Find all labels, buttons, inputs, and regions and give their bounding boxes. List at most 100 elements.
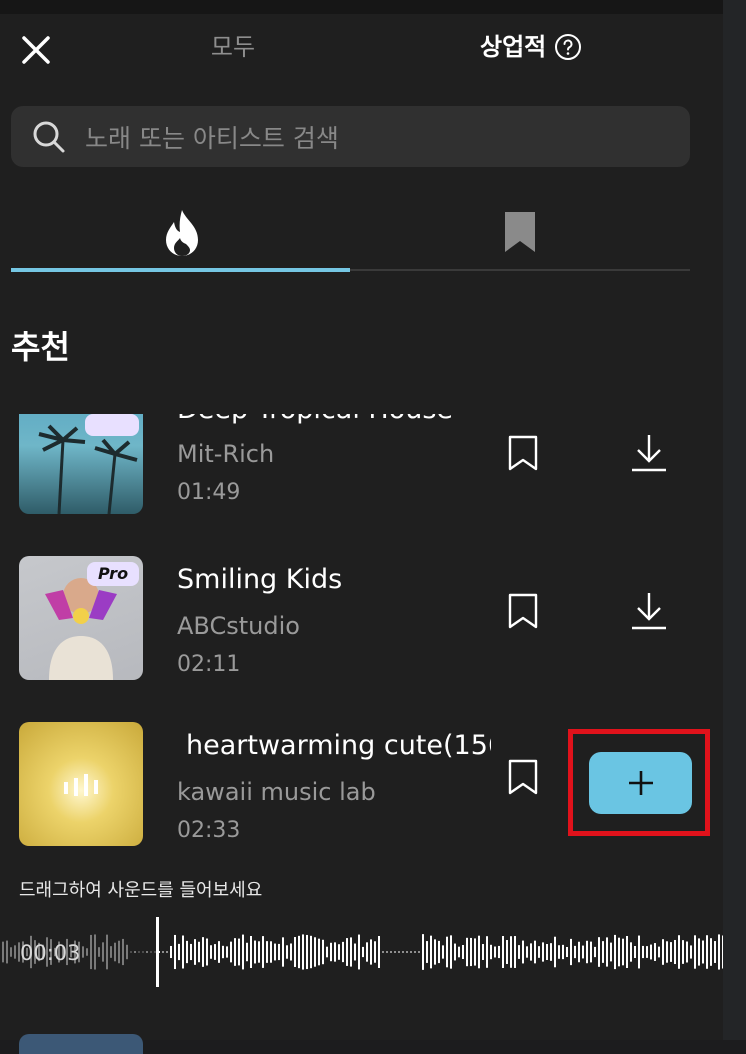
tab-commercial[interactable]: 상업적 bbox=[480, 30, 582, 64]
waveform-bar bbox=[114, 942, 116, 962]
playhead[interactable] bbox=[156, 917, 159, 987]
waveform-bar bbox=[458, 946, 460, 958]
waveform-bar bbox=[106, 934, 108, 970]
waveform-bar bbox=[414, 951, 416, 953]
waveform-bar bbox=[138, 951, 140, 953]
waveform-bar bbox=[650, 944, 652, 960]
waveform-bar bbox=[678, 935, 680, 969]
waveform-bar bbox=[186, 940, 188, 964]
waveform-bar bbox=[490, 944, 492, 960]
waveform-bar bbox=[482, 944, 484, 960]
download-icon[interactable] bbox=[628, 590, 670, 632]
waveform-bar bbox=[638, 935, 640, 969]
waveform-bar bbox=[538, 946, 540, 958]
waveform-bar bbox=[298, 935, 300, 969]
waveform-bar bbox=[474, 938, 476, 966]
waveform-bar bbox=[622, 938, 624, 966]
track-artist: kawaii music lab bbox=[177, 778, 376, 806]
waveform-bar bbox=[554, 936, 556, 968]
waveform-bar bbox=[438, 940, 440, 964]
waveform-bar bbox=[634, 945, 636, 959]
waveform-bar bbox=[358, 934, 360, 970]
waveform-bar bbox=[174, 934, 176, 970]
waveform-bar bbox=[470, 937, 472, 967]
waveform-bar bbox=[618, 937, 620, 967]
waveform-bar bbox=[282, 937, 284, 967]
waveform-bar bbox=[86, 948, 88, 956]
waveform-bar bbox=[14, 945, 16, 959]
waveform-bar bbox=[722, 935, 723, 969]
highlight-box bbox=[568, 729, 710, 836]
waveform-bar bbox=[246, 942, 248, 962]
waveform-bar bbox=[346, 938, 348, 966]
waveform-bar bbox=[234, 938, 236, 966]
list-item[interactable]: Pro Smiling Kids ABCstudio 02:11 bbox=[0, 556, 723, 682]
question-circle-icon[interactable] bbox=[554, 33, 582, 61]
playback-time: 00:03 bbox=[20, 941, 81, 965]
waveform-bar bbox=[206, 938, 208, 966]
waveform-bar bbox=[326, 946, 328, 958]
waveform-bar bbox=[202, 937, 204, 967]
track-duration: 01:49 bbox=[177, 480, 241, 505]
waveform-bar bbox=[518, 945, 520, 959]
waveform-bar bbox=[278, 943, 280, 961]
track-title: Smiling Kids bbox=[177, 564, 343, 595]
waveform-bar bbox=[98, 947, 100, 957]
waveform-bar bbox=[498, 945, 500, 959]
section-title: 추천 bbox=[11, 328, 70, 366]
waveform-bar bbox=[118, 940, 120, 964]
waveform-bar bbox=[606, 937, 608, 967]
waveform-bar bbox=[210, 945, 212, 959]
waveform-bar bbox=[230, 941, 232, 963]
waveform-bar bbox=[258, 941, 260, 963]
waveform-bar bbox=[362, 946, 364, 958]
waveform-bar bbox=[370, 939, 372, 965]
search-input[interactable]: 노래 또는 아티스트 검색 bbox=[85, 119, 339, 155]
waveform-bar bbox=[610, 942, 612, 962]
track-artist: ABCstudio bbox=[177, 612, 300, 640]
waveform-bar bbox=[586, 940, 588, 964]
waveform-bar bbox=[290, 943, 292, 961]
search-icon bbox=[33, 121, 65, 152]
waveform-bar bbox=[662, 939, 664, 965]
search-bar[interactable]: 노래 또는 아티스트 검색 bbox=[11, 106, 690, 167]
waveform-bar bbox=[274, 943, 276, 961]
waveform-bar bbox=[502, 936, 504, 968]
waveform-bar bbox=[658, 946, 660, 958]
close-icon[interactable] bbox=[16, 30, 56, 70]
waveform-bar bbox=[578, 941, 580, 963]
bookmark-icon[interactable] bbox=[506, 434, 540, 472]
waveform-bar bbox=[250, 936, 252, 968]
waveform-bar bbox=[198, 941, 200, 963]
waveform-bar bbox=[686, 941, 688, 963]
waveform-bar bbox=[170, 945, 172, 959]
waveform-bar bbox=[238, 938, 240, 966]
waveform-bar bbox=[374, 941, 376, 963]
waveform-bar bbox=[494, 946, 496, 958]
waveform-bar bbox=[506, 940, 508, 964]
waveform-bar bbox=[254, 940, 256, 964]
waveform-bar bbox=[570, 938, 572, 966]
waveform-bar bbox=[598, 937, 600, 967]
waveform-bar bbox=[354, 943, 356, 961]
waveform-scrubber[interactable] bbox=[0, 915, 723, 989]
bookmark-icon[interactable] bbox=[506, 592, 540, 630]
waveform-bar bbox=[318, 938, 320, 966]
waveform-bar bbox=[566, 946, 568, 958]
bookmark-icon[interactable] bbox=[506, 758, 540, 796]
download-icon[interactable] bbox=[628, 432, 670, 474]
waveform-bar bbox=[82, 946, 84, 958]
waveform-bar bbox=[614, 934, 616, 970]
tab-all[interactable]: 모두 bbox=[190, 30, 276, 64]
waveform-bar bbox=[394, 951, 396, 953]
waveform-bar bbox=[406, 951, 408, 953]
waveform-bar bbox=[2, 941, 4, 963]
waveform-bar bbox=[446, 936, 448, 968]
fire-icon[interactable] bbox=[160, 208, 204, 258]
bookmark-icon[interactable] bbox=[502, 210, 538, 254]
track-duration: 02:33 bbox=[177, 818, 241, 843]
waveform-bar bbox=[510, 936, 512, 968]
waveform-bar bbox=[670, 942, 672, 962]
waveform-bar bbox=[190, 943, 192, 961]
waveform-bar bbox=[310, 935, 312, 969]
